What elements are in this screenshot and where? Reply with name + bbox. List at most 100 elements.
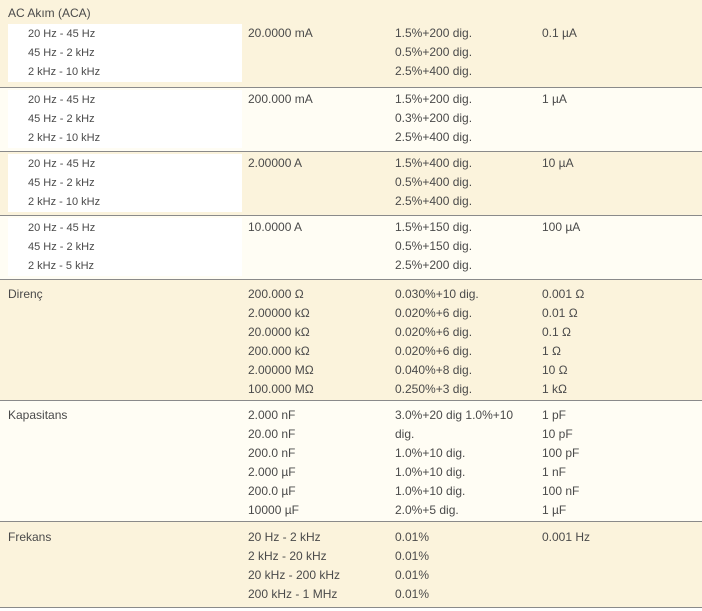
resolution-value: 100 µA [542,220,581,234]
range-value: 2.000 µF [248,465,296,479]
frequency-range: 45 Hz - 2 kHz [28,177,95,189]
table-row-frekans: Frekans 20 Hz - 2 kHz 2 kHz - 20 kHz 20 … [0,522,702,608]
accuracy-value: 1.5%+200 dig. [395,92,473,106]
frequency-range: 45 Hz - 2 kHz [28,47,95,59]
table-row-ac-akim-200ma: 20 Hz - 45 Hz 45 Hz - 2 kHz 2 kHz - 10 k… [0,88,702,152]
range-list: 200.000 Ω 2.00000 kΩ 20.0000 kΩ 200.000 … [248,285,314,399]
accuracy-list: 0.030%+10 dig. 0.020%+6 dig. 0.020%+6 di… [395,285,479,399]
range-value: 20.0000 mA [248,26,313,40]
range-value: 2.00000 kΩ [248,306,310,320]
frequency-range: 2 kHz - 10 kHz [28,196,101,208]
accuracy-list: 1.5%+200 dig. 0.5%+200 dig. 2.5%+400 dig… [395,24,472,81]
accuracy-value: 1.0%+10 dig. [395,446,466,460]
resolution-value: 1 kΩ [542,382,567,396]
table-row-kapasitans: Kapasitans 2.000 nF 20.00 nF 200.0 nF 2.… [0,401,702,522]
range-value: 200.000 kΩ [248,344,310,358]
frequency-range: 45 Hz - 2 kHz [28,113,95,125]
accuracy-value: 0.250%+3 dig. [395,382,473,396]
accuracy-value: 2.5%+400 dig. [395,194,473,208]
table-row-ac-akim-2a: 20 Hz - 45 Hz 45 Hz - 2 kHz 2 kHz - 10 k… [0,152,702,216]
accuracy-value: 1.5%+400 dig. [395,156,473,170]
frequency-range: 20 Hz - 45 Hz [28,28,96,40]
frequency-range-list: 20 Hz - 45 Hz 45 Hz - 2 kHz 2 kHz - 10 k… [8,24,242,82]
range-value: 200.000 Ω [248,287,304,301]
frequency-range: 20 Hz - 45 Hz [28,158,96,170]
range-value: 2.00000 A [248,156,303,170]
frequency-range-list: 20 Hz - 45 Hz 45 Hz - 2 kHz 2 kHz - 10 k… [8,90,242,148]
resolution-value: 1 µF [542,503,567,517]
resolution-value: 1 nF [542,465,567,479]
accuracy-value: 2.5%+200 dig. [395,258,473,272]
accuracy-value: 0.01% [395,587,430,601]
resolution-value: 100 pF [542,446,580,460]
resolution-value: 10 pF [542,427,573,441]
resolution-value: 0.01 Ω [542,306,578,320]
resolution-list: 0.001 Ω 0.01 Ω 0.1 Ω 1 Ω 10 Ω 1 kΩ [542,285,584,399]
accuracy-list: 3.0%+20 dig 1.0%+10 dig. 1.0%+10 dig. 1.… [395,406,513,520]
resolution-list: 0.001 Hz [542,528,590,547]
section-title-direnc: Direnç [8,287,43,301]
range-list: 20 Hz - 2 kHz 2 kHz - 20 kHz 20 kHz - 20… [248,528,340,604]
accuracy-value: 0.3%+200 dig. [395,111,473,125]
frequency-range: 20 Hz - 45 Hz [28,222,96,234]
accuracy-list: 1.5%+150 dig. 0.5%+150 dig. 2.5%+200 dig… [395,218,472,275]
table-row-ac-akim-10a: 20 Hz - 45 Hz 45 Hz - 2 kHz 2 kHz - 5 kH… [0,216,702,280]
accuracy-list: 1.5%+200 dig. 0.3%+200 dig. 2.5%+400 dig… [395,90,472,147]
resolution-value: 1 µA [542,92,567,106]
frequency-range: 45 Hz - 2 kHz [28,241,95,253]
range-value: 2 kHz - 20 kHz [248,549,327,563]
accuracy-value: 0.030%+10 dig. [395,287,479,301]
range-list: 2.000 nF 20.00 nF 200.0 nF 2.000 µF 200.… [248,406,299,520]
accuracy-value: 0.5%+150 dig. [395,239,473,253]
resolution-value: 100 nF [542,484,580,498]
range-value: 20.0000 kΩ [248,325,310,339]
range-value: 2.00000 MΩ [248,363,314,377]
accuracy-value: 0.01% [395,568,430,582]
frequency-range: 2 kHz - 10 kHz [28,66,101,78]
resolution-list: 1 pF 10 pF 100 pF 1 nF 100 nF 1 µF [542,406,579,520]
resolution-value: 10 Ω [542,363,568,377]
range-value: 20 Hz - 2 kHz [248,530,321,544]
accuracy-value: 2.5%+400 dig. [395,130,473,144]
resolution-value: 1 Ω [542,344,561,358]
accuracy-value: 2.5%+400 dig. [395,64,473,78]
accuracy-value: 1.5%+150 dig. [395,220,473,234]
range-value: 200.0 nF [248,446,296,460]
accuracy-value: 1.5%+200 dig. [395,26,473,40]
resolution-value: 0.001 Hz [542,530,591,544]
table-row-direnc: Direnç 200.000 Ω 2.00000 kΩ 20.0000 kΩ 2… [0,280,702,401]
range-value: 100.000 MΩ [248,382,314,396]
accuracy-list: 0.01% 0.01% 0.01% 0.01% [395,528,429,604]
resolution-value: 1 pF [542,408,567,422]
range-value: 2.000 nF [248,408,296,422]
table-row-ac-akim-20ma: AC Akım (ACA) 20 Hz - 45 Hz 45 Hz - 2 kH… [0,0,702,88]
range-value: 20.00 nF [248,427,296,441]
resolution-value: 10 µA [542,156,574,170]
accuracy-value: 0.020%+6 dig. [395,325,473,339]
accuracy-value: 3.0%+20 dig 1.0%+10 [395,408,514,422]
accuracy-value: 0.5%+200 dig. [395,45,473,59]
accuracy-value: 0.040%+8 dig. [395,363,473,377]
range-value: 20 kHz - 200 kHz [248,568,341,582]
range-value: 10.0000 A [248,220,303,234]
frequency-range-list: 20 Hz - 45 Hz 45 Hz - 2 kHz 2 kHz - 5 kH… [8,218,242,276]
accuracy-value: 1.0%+10 dig. [395,484,466,498]
accuracy-value: dig. [395,427,415,441]
frequency-range: 2 kHz - 5 kHz [28,260,95,272]
accuracy-value: 0.01% [395,530,430,544]
section-title-frekans: Frekans [8,530,52,544]
resolution-value: 0.1 µA [542,26,577,40]
section-title-kapasitans: Kapasitans [8,408,68,422]
accuracy-list: 1.5%+400 dig. 0.5%+400 dig. 2.5%+400 dig… [395,154,472,211]
frequency-range-list: 20 Hz - 45 Hz 45 Hz - 2 kHz 2 kHz - 10 k… [8,154,242,212]
resolution-value: 0.1 Ω [542,325,571,339]
range-value: 10000 µF [248,503,299,517]
frequency-range: 2 kHz - 10 kHz [28,132,101,144]
accuracy-value: 0.5%+400 dig. [395,175,473,189]
section-title-ac-akim: AC Akım (ACA) [8,6,91,20]
accuracy-value: 0.020%+6 dig. [395,344,473,358]
range-value: 200 kHz - 1 MHz [248,587,338,601]
range-value: 200.000 mA [248,92,313,106]
accuracy-value: 0.020%+6 dig. [395,306,473,320]
frequency-range: 20 Hz - 45 Hz [28,94,96,106]
